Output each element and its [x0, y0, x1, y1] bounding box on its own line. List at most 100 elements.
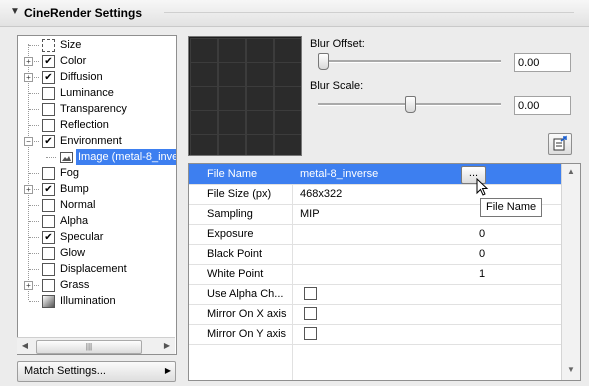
tree-item-checkbox[interactable]: ✔	[42, 55, 55, 68]
blur-offset-field[interactable]: 0.00	[514, 53, 571, 72]
tree-item-label: Color	[60, 55, 87, 67]
blur-offset-slider[interactable]	[318, 53, 329, 70]
tree-item[interactable]: Alpha	[18, 213, 176, 229]
tree-item-checkbox[interactable]	[42, 279, 55, 292]
tree-item-checkbox[interactable]: ✔	[42, 71, 55, 84]
texture-property-grid[interactable]: ▲ ▼ File Name metal-8_inverse... File Size…	[188, 163, 581, 381]
tree-branch-line	[29, 269, 39, 270]
tree-item-checkbox[interactable]	[42, 263, 55, 276]
preview-tile	[274, 134, 301, 155]
tree-item-checkbox[interactable]	[42, 87, 55, 100]
scroll-left-icon[interactable]: ◀	[17, 338, 33, 354]
scroll-thumb[interactable]: |||	[36, 340, 142, 354]
property-row[interactable]: Mirror On Y axis	[189, 324, 561, 345]
tree-item[interactable]: + ✔ Color	[18, 53, 176, 69]
property-checkbox[interactable]	[304, 287, 317, 300]
expand-icon[interactable]: +	[24, 185, 33, 194]
tree-item-label: Image (metal-8_inverse	[76, 149, 176, 165]
property-row[interactable]: Black Point 0	[189, 244, 561, 265]
preview-tile	[274, 110, 301, 137]
property-checkbox[interactable]	[304, 327, 317, 340]
panel-header[interactable]: ▼ CineRender Settings	[0, 0, 589, 27]
tree-item[interactable]: Displacement	[18, 261, 176, 277]
property-row[interactable]: Use Alpha Ch...	[189, 284, 561, 305]
tree-item[interactable]: Glow	[18, 245, 176, 261]
tree-item-label: Reflection	[60, 119, 109, 131]
tree-item[interactable]: Fog	[18, 165, 176, 181]
expand-icon[interactable]: +	[24, 281, 33, 290]
tree-horizontal-scrollbar[interactable]: ◀ ||| ▶	[17, 337, 175, 354]
preview-tile	[190, 134, 218, 155]
tree-item-checkbox[interactable]	[42, 119, 55, 132]
tree-item[interactable]: + ✔ Diffusion	[18, 69, 176, 85]
property-value[interactable]: 0	[479, 228, 485, 240]
tree-item[interactable]: Luminance	[18, 85, 176, 101]
collapse-icon[interactable]: −	[24, 137, 33, 146]
property-checkbox[interactable]	[304, 307, 317, 320]
tree-item-checkbox[interactable]	[42, 103, 55, 116]
tree-item-checkbox[interactable]: ✔	[42, 183, 55, 196]
scroll-down-icon[interactable]: ▼	[567, 365, 575, 374]
tree-item[interactable]: + Grass	[18, 277, 176, 293]
tree-item[interactable]: + ✔ Bump	[18, 181, 176, 197]
preview-tile	[218, 110, 246, 137]
texture-options-button[interactable]	[548, 133, 572, 155]
tree-item[interactable]: Transparency	[18, 101, 176, 117]
tree-branch-line	[29, 93, 39, 94]
property-value[interactable]: 1	[479, 268, 485, 280]
tree-item-checkbox[interactable]	[42, 167, 55, 180]
property-row[interactable]: White Point 1	[189, 264, 561, 285]
tree-item[interactable]: Reflection	[18, 117, 176, 133]
property-row[interactable]: File Name metal-8_inverse...	[189, 164, 561, 185]
tree-item-checkbox[interactable]: ✔	[42, 231, 55, 244]
tree-item-label: Displacement	[60, 263, 127, 275]
preview-tile	[218, 62, 246, 89]
preview-tile	[274, 86, 301, 113]
preview-tile	[218, 86, 246, 113]
tree-item[interactable]: ✔ Specular	[18, 229, 176, 245]
channel-tree[interactable]: Size + ✔ Color + ✔ Diffusion Luminance Transpare…	[17, 35, 177, 355]
property-row[interactable]: Mirror On X axis	[189, 304, 561, 325]
preview-tile	[190, 110, 218, 137]
property-value[interactable]: 0	[479, 248, 485, 260]
blur-scale-slider[interactable]	[405, 96, 416, 113]
scroll-up-icon[interactable]: ▲	[567, 167, 575, 176]
tree-item[interactable]: Size	[18, 37, 176, 53]
property-value[interactable]: metal-8_inverse	[300, 168, 378, 180]
collapse-triangle-icon[interactable]: ▼	[10, 6, 20, 17]
expand-icon[interactable]: +	[24, 57, 33, 66]
tree-item-checkbox[interactable]: ✔	[42, 135, 55, 148]
preview-tile	[274, 38, 301, 65]
tree-item-label: Illumination	[60, 295, 116, 307]
match-settings-button[interactable]: Match Settings... ▶	[17, 361, 176, 382]
tree-item-label: Luminance	[60, 87, 114, 99]
tree-item-checkbox[interactable]	[42, 247, 55, 260]
tree-item-label: Normal	[60, 199, 96, 211]
tree-item[interactable]: Normal	[18, 197, 176, 213]
tree-item[interactable]: Illumination	[18, 293, 176, 309]
tree-item-checkbox[interactable]	[42, 215, 55, 228]
tree-branch-line	[29, 205, 39, 206]
tree-branch-line	[29, 253, 39, 254]
expand-icon[interactable]: +	[24, 73, 33, 82]
preview-tile	[190, 62, 218, 89]
tree-branch-line	[29, 45, 39, 46]
property-name: Use Alpha Ch...	[207, 288, 284, 300]
blur-offset-track[interactable]	[318, 60, 501, 63]
file-name-tooltip: File Name	[480, 198, 543, 217]
blur-scale-field[interactable]: 0.00	[514, 96, 571, 115]
property-row[interactable]: Exposure 0	[189, 224, 561, 245]
tree-branch-line	[29, 125, 39, 126]
tree-item-checkbox[interactable]	[42, 199, 55, 212]
property-name: Sampling	[207, 208, 253, 220]
preview-tile	[190, 38, 218, 65]
scroll-right-icon[interactable]: ▶	[159, 338, 175, 354]
grid-vertical-scrollbar[interactable]: ▲ ▼	[561, 164, 580, 380]
tree-item-label: Alpha	[60, 215, 89, 227]
preview-tile	[246, 62, 274, 89]
preview-tile	[218, 38, 246, 65]
header-divider	[164, 12, 574, 13]
tree-item-label: Size	[60, 39, 82, 51]
tree-item[interactable]: Image (metal-8_inverse	[18, 149, 176, 165]
tree-item[interactable]: − ✔ Environment	[18, 133, 176, 149]
